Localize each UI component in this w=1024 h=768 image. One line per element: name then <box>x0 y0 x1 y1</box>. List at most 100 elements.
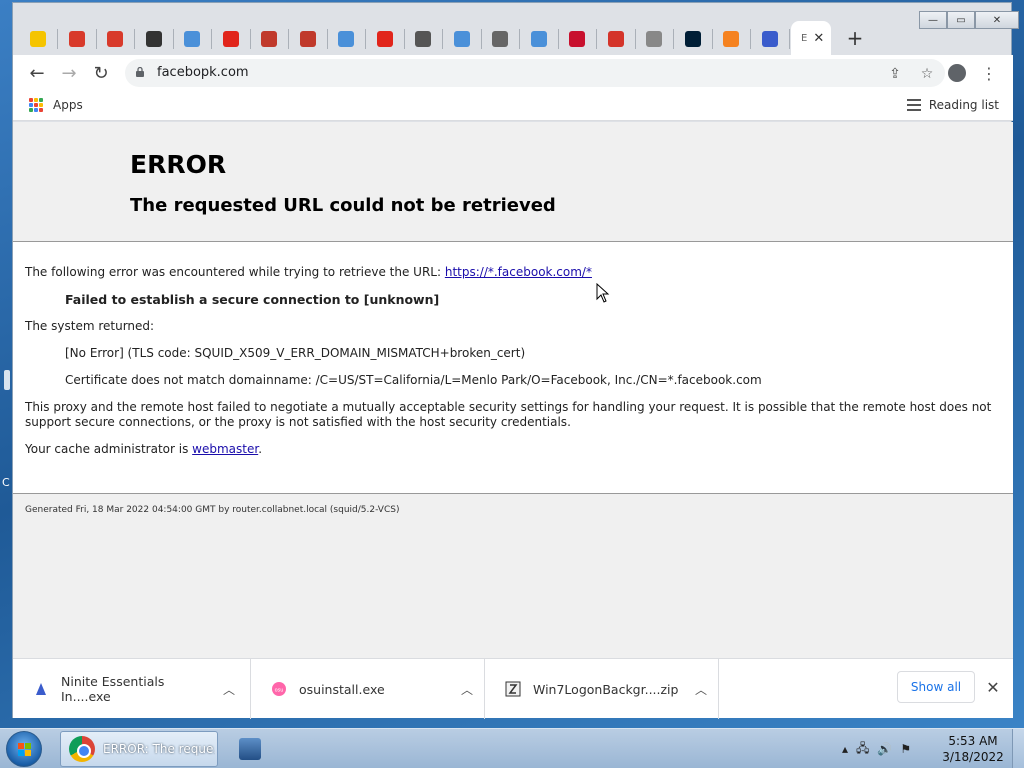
tab-separator <box>788 29 790 49</box>
tab[interactable] <box>674 23 712 55</box>
avatar-icon <box>948 64 966 82</box>
tab[interactable] <box>558 23 596 55</box>
adobe-icon <box>376 31 393 47</box>
profile-button[interactable] <box>945 61 969 85</box>
gear-icon <box>646 31 662 47</box>
system-returned-label: The system returned: <box>25 319 155 333</box>
tab[interactable] <box>212 23 250 55</box>
bookmark-star-icon[interactable]: ☆ <box>917 64 937 84</box>
tab[interactable] <box>520 23 558 55</box>
taskbar-clock[interactable]: 5:53 AM 3/18/2022 <box>940 733 1006 765</box>
download-item[interactable]: Ninite Essentials In....exe ︿ <box>13 659 251 719</box>
show-desktop-button[interactable] <box>1012 729 1024 768</box>
acrobat-icon <box>607 31 624 47</box>
download-item[interactable]: osu osuinstall.exe ︿ <box>251 659 485 719</box>
tab[interactable] <box>404 23 442 55</box>
browser-window: E ✕ + — ▭ ✕ ← → ↻ facebopk.com ⇪ ☆ ⋮ App… <box>12 2 1019 719</box>
desktop-icon-fragment <box>4 370 10 390</box>
avast-icon <box>723 31 739 47</box>
network-icon[interactable]: 🖧 <box>856 739 869 760</box>
page-subtitle: The requested URL could not be retrieved <box>130 195 556 216</box>
reading-list-button[interactable]: Reading list <box>906 98 999 112</box>
share-icon[interactable]: ⇪ <box>885 64 905 84</box>
download-item[interactable]: Win7LogonBackgr....zip ︿ <box>485 659 719 719</box>
chevron-up-icon[interactable]: ︿ <box>455 681 479 698</box>
lock-icon <box>136 67 144 77</box>
tab[interactable] <box>481 23 519 55</box>
tab[interactable] <box>443 23 481 55</box>
tab[interactable] <box>96 23 134 55</box>
close-downloads-icon[interactable]: ✕ <box>983 675 1003 699</box>
admin-prefix: Your cache administrator is <box>25 442 193 456</box>
taskbar-app-button[interactable] <box>232 733 268 765</box>
chevron-up-icon[interactable]: ︿ <box>217 681 241 698</box>
chevron-up-icon[interactable]: ︿ <box>689 681 713 698</box>
mouse-cursor-icon <box>596 283 610 303</box>
norton-icon <box>30 31 46 47</box>
web-icon <box>338 31 354 47</box>
app-icon <box>261 31 277 47</box>
tab[interactable] <box>597 23 635 55</box>
window-controls: — ▭ ✕ <box>919 11 1019 29</box>
downloads-bar: Ninite Essentials In....exe ︿ osu osuins… <box>13 658 1013 719</box>
bookmarks-bar: Apps Reading list <box>13 91 1013 121</box>
error-summary: Failed to establish a secure connection … <box>65 292 440 307</box>
tab[interactable] <box>366 23 404 55</box>
photoshop-icon <box>684 31 701 47</box>
new-tab-button[interactable]: + <box>843 25 867 51</box>
app-icon <box>299 31 316 47</box>
admin-paragraph: Your cache administrator is webmaster. <box>25 442 262 457</box>
tab[interactable] <box>327 23 365 55</box>
tab[interactable] <box>173 23 211 55</box>
chrome-icon <box>69 736 95 762</box>
maximize-button[interactable]: ▭ <box>947 11 975 29</box>
apps-label: Apps <box>53 98 83 112</box>
osu-icon: osu <box>272 682 286 696</box>
address-bar[interactable]: facebopk.com ⇪ ☆ <box>125 59 945 87</box>
close-tab-icon[interactable]: ✕ <box>813 31 824 46</box>
tab[interactable] <box>135 23 173 55</box>
download-name: Win7LogonBackgr....zip <box>533 681 679 697</box>
tab[interactable] <box>751 23 789 55</box>
page-content: ERROR The requested URL could not be ret… <box>13 122 1013 658</box>
forward-button[interactable]: → <box>57 61 81 85</box>
tool-icon <box>492 31 508 47</box>
cert-mismatch: Certificate does not match domainname: /… <box>65 373 762 387</box>
clock-time: 5:53 AM <box>948 734 998 748</box>
minimize-button[interactable]: — <box>919 11 947 29</box>
webmaster-link[interactable]: webmaster <box>192 442 258 456</box>
tab[interactable] <box>58 23 96 55</box>
action-center-flag-icon[interactable]: ⚑ <box>900 742 911 756</box>
reload-button[interactable]: ↻ <box>89 61 113 85</box>
back-button[interactable]: ← <box>25 61 49 85</box>
web-icon <box>530 31 547 47</box>
tls-code: [No Error] (TLS code: SQUID_X509_V_ERR_D… <box>65 346 526 360</box>
requested-url-link[interactable]: https://*.facebook.com/* <box>445 265 592 279</box>
tab[interactable] <box>635 23 673 55</box>
apps-shortcut[interactable]: Apps <box>29 98 83 112</box>
app-icon <box>239 738 261 760</box>
error-header: ERROR The requested URL could not be ret… <box>13 122 1013 242</box>
system-tray: ▴ 🖧 🔊 ⚑ <box>842 735 911 763</box>
taskbar-chrome-button[interactable]: ERROR: The reque... <box>60 731 218 767</box>
tab[interactable] <box>19 23 57 55</box>
ninite-icon <box>761 31 778 47</box>
active-tab[interactable]: E ✕ <box>791 21 831 55</box>
tab[interactable] <box>250 23 288 55</box>
start-button[interactable] <box>6 731 42 767</box>
mcafee-icon <box>569 31 585 47</box>
generated-footer: Generated Fri, 18 Mar 2022 04:54:00 GMT … <box>25 505 400 515</box>
clock-date: 3/18/2022 <box>942 750 1004 764</box>
show-all-button[interactable]: Show all <box>897 671 975 703</box>
tray-expand-icon[interactable]: ▴ <box>842 742 848 756</box>
menu-kebab-icon[interactable]: ⋮ <box>977 61 1001 85</box>
download-name: Ninite Essentials In....exe <box>61 674 165 704</box>
volume-icon[interactable]: 🔊 <box>877 742 892 756</box>
taskbar: ERROR: The reque... ▴ 🖧 🔊 ⚑ 5:53 AM 3/18… <box>0 728 1024 768</box>
explanation-paragraph: This proxy and the remote host failed to… <box>25 400 992 429</box>
active-tab-title: E <box>801 32 808 44</box>
tab[interactable] <box>712 23 750 55</box>
tab[interactable] <box>289 23 327 55</box>
svg-text:osu: osu <box>275 688 284 694</box>
close-window-button[interactable]: ✕ <box>975 11 1019 29</box>
